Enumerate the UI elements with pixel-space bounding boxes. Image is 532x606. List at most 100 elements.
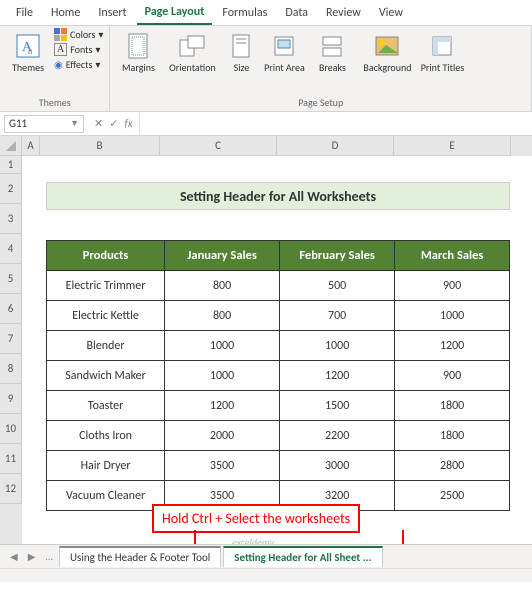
table-cell[interactable]: 700: [280, 301, 395, 331]
th-feb[interactable]: February Sales: [280, 241, 395, 271]
background-button[interactable]: Background: [358, 28, 416, 73]
margins-button[interactable]: Margins: [116, 28, 160, 73]
table-cell[interactable]: 1000: [395, 301, 510, 331]
group-themes: Aa Themes Colors ▾ AFonts ▾ ◉Effects ▾ T…: [0, 26, 110, 111]
table-cell[interactable]: Hair Dryer: [47, 451, 165, 481]
col-header-e[interactable]: E: [394, 136, 511, 156]
row-header-11[interactable]: 11: [0, 444, 22, 474]
tab-nav-next[interactable]: ▶: [24, 550, 40, 563]
print-area-button[interactable]: Print Area: [262, 28, 306, 73]
table-row[interactable]: Hair Dryer350030002800: [47, 451, 510, 481]
size-button[interactable]: Size: [224, 28, 258, 73]
tab-file[interactable]: File: [8, 2, 41, 24]
th-products[interactable]: Products: [47, 241, 165, 271]
print-titles-button[interactable]: Print Titles: [420, 28, 464, 73]
table-cell[interactable]: 2500: [395, 481, 510, 511]
table-cell[interactable]: 1500: [280, 391, 395, 421]
table-row[interactable]: Blender100010001200: [47, 331, 510, 361]
breaks-button[interactable]: Breaks: [310, 28, 354, 73]
table-cell[interactable]: 900: [395, 361, 510, 391]
table-cell[interactable]: 1200: [395, 331, 510, 361]
orientation-button[interactable]: Orientation: [164, 28, 220, 73]
formula-bar-row: G11 ▼ ✕ ✓ fx: [0, 112, 532, 136]
row-header-10[interactable]: 10: [0, 414, 22, 444]
th-mar[interactable]: March Sales: [395, 241, 510, 271]
sheet-tab-2[interactable]: Setting Header for All Sheet ...: [223, 546, 382, 567]
row-header-6[interactable]: 6: [0, 294, 22, 324]
tab-formulas[interactable]: Formulas: [214, 2, 275, 24]
tab-data[interactable]: Data: [277, 2, 316, 24]
tab-nav-prev[interactable]: ◀: [6, 550, 22, 563]
table-cell[interactable]: 3500: [165, 451, 280, 481]
name-box[interactable]: G11 ▼: [4, 115, 84, 133]
table-cell[interactable]: 1000: [165, 331, 280, 361]
row-headers: 1 2 3 4 5 6 7 8 9 10 11 12: [0, 136, 22, 544]
table-cell[interactable]: 1200: [165, 391, 280, 421]
col-header-a[interactable]: A: [22, 136, 40, 156]
table-cell[interactable]: Toaster: [47, 391, 165, 421]
formula-input[interactable]: [139, 112, 532, 135]
table-cell[interactable]: Cloths Iron: [47, 421, 165, 451]
table-row[interactable]: Electric Kettle8007001000: [47, 301, 510, 331]
table-row[interactable]: Electric Trimmer800500900: [47, 271, 510, 301]
table-cell[interactable]: 1200: [280, 361, 395, 391]
fx-icon[interactable]: fx: [124, 117, 132, 130]
sheet-tab-1[interactable]: Using the Header & Footer Tool: [59, 546, 221, 567]
themes-button[interactable]: Aa Themes: [6, 28, 50, 73]
enter-icon[interactable]: ✓: [109, 117, 118, 130]
tab-home[interactable]: Home: [43, 2, 88, 24]
themes-label: Themes: [12, 62, 44, 73]
table-cell[interactable]: 2800: [395, 451, 510, 481]
table-cell[interactable]: 2000: [165, 421, 280, 451]
horizontal-scrollbar[interactable]: [0, 568, 532, 582]
table-cell[interactable]: 2200: [280, 421, 395, 451]
effects-button[interactable]: ◉Effects ▾: [54, 58, 103, 71]
th-jan[interactable]: January Sales: [165, 241, 280, 271]
table-cell[interactable]: 800: [165, 271, 280, 301]
table-row[interactable]: Cloths Iron200022001800: [47, 421, 510, 451]
tab-view[interactable]: View: [371, 2, 411, 24]
tab-insert[interactable]: Insert: [90, 2, 134, 24]
fonts-button[interactable]: AFonts ▾: [54, 43, 103, 56]
row-header-2[interactable]: 2: [0, 174, 22, 204]
table-cell[interactable]: 3000: [280, 451, 395, 481]
table-cell[interactable]: 900: [395, 271, 510, 301]
row-header-8[interactable]: 8: [0, 354, 22, 384]
table-cell[interactable]: 1800: [395, 391, 510, 421]
col-header-c[interactable]: C: [160, 136, 277, 156]
table-row[interactable]: Sandwich Maker10001200900: [47, 361, 510, 391]
table-cell[interactable]: 500: [280, 271, 395, 301]
row-header-3[interactable]: 3: [0, 204, 22, 234]
row-header-9[interactable]: 9: [0, 384, 22, 414]
table-cell[interactable]: Sandwich Maker: [47, 361, 165, 391]
tab-review[interactable]: Review: [318, 2, 369, 24]
table-cell[interactable]: Electric Kettle: [47, 301, 165, 331]
table-cell[interactable]: 800: [165, 301, 280, 331]
group-page-setup: Margins Orientation Size Print Area Brea…: [110, 26, 532, 111]
chevron-down-icon[interactable]: ▼: [70, 118, 79, 129]
tab-more[interactable]: ...: [41, 550, 57, 563]
table-cell[interactable]: 1800: [395, 421, 510, 451]
table-cell[interactable]: Electric Trimmer: [47, 271, 165, 301]
table-cell[interactable]: 1000: [165, 361, 280, 391]
breaks-icon: [318, 32, 346, 60]
grid-area[interactable]: A B C D E Setting Header for All Workshe…: [22, 136, 532, 544]
worksheet-area: 1 2 3 4 5 6 7 8 9 10 11 12 A B C D E Set…: [0, 136, 532, 544]
row-header-7[interactable]: 7: [0, 324, 22, 354]
table-row[interactable]: Toaster120015001800: [47, 391, 510, 421]
colors-button[interactable]: Colors ▾: [54, 28, 103, 41]
table-cell[interactable]: Blender: [47, 331, 165, 361]
cancel-icon[interactable]: ✕: [94, 117, 103, 130]
title-banner[interactable]: Setting Header for All Worksheets: [46, 182, 510, 210]
col-header-b[interactable]: B: [40, 136, 160, 156]
row-header-5[interactable]: 5: [0, 264, 22, 294]
table-cell[interactable]: 1000: [280, 331, 395, 361]
table-cell[interactable]: Vacuum Cleaner: [47, 481, 165, 511]
row-header-1[interactable]: 1: [0, 156, 22, 174]
row-header-12[interactable]: 12: [0, 474, 22, 504]
tab-page-layout[interactable]: Page Layout: [137, 1, 213, 25]
row-header-4[interactable]: 4: [0, 234, 22, 264]
col-header-d[interactable]: D: [277, 136, 394, 156]
select-all-corner[interactable]: [0, 136, 22, 156]
arrow-right: [402, 530, 404, 544]
